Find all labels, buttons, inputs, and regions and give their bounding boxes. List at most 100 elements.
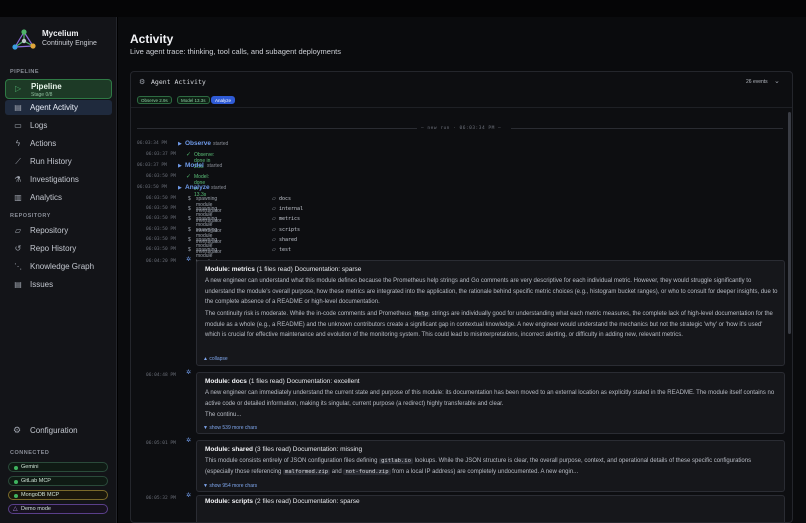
timestamp: 06:03:50 PM — [146, 174, 176, 179]
collapse-button[interactable]: ▲ collapse — [203, 356, 228, 362]
pipeline-stage: Stage 0/8 — [31, 92, 53, 98]
phase-status: started — [213, 141, 229, 147]
module-name: metrics — [279, 216, 301, 222]
tag-analyze[interactable]: Analyze — [211, 96, 236, 104]
timestamp: 06:03:37 PM — [137, 163, 167, 168]
connected-section-label: CONNECTED — [10, 450, 50, 456]
timestamp: 06:03:34 PM — [137, 141, 167, 146]
folder-icon: ▱ — [272, 206, 276, 212]
timestamp: 06:04:48 PM — [146, 373, 176, 378]
timestamp: 06:05:32 PM — [146, 496, 176, 501]
status-dot-icon — [14, 480, 18, 484]
page-title: Activity — [130, 32, 174, 46]
connection-label: GitLab MCP — [21, 478, 51, 484]
sidebar-item-label: Repo History — [30, 244, 77, 253]
configuration-button[interactable]: ⚙ Configuration — [5, 423, 112, 438]
folder-icon: ▱ — [272, 247, 276, 253]
module-title: Module: shared — [205, 446, 254, 453]
sidebar-item-label: Knowledge Graph — [30, 262, 95, 271]
module-name: shared — [279, 237, 298, 243]
module-card-shared: Module: shared (3 files read) Documentat… — [196, 440, 785, 492]
show-more-button[interactable]: ▼ show 954 more chars — [203, 483, 257, 489]
sidebar-item-issues[interactable]: ▤ Issues — [5, 277, 112, 292]
logs-icon: ▭ — [14, 121, 22, 130]
module-meta: (3 files read) Documentation: missing — [253, 446, 363, 453]
connection-mongodb-mcp: MongoDB MCP — [8, 490, 108, 500]
tag-observe[interactable]: Observe 2.9s — [137, 96, 172, 104]
subagent-icon: ✲ — [186, 370, 192, 376]
check-circle-icon: ✓ — [186, 152, 192, 158]
gear-icon: ⚙ — [13, 425, 22, 435]
agent-activity-panel: ⚙ Agent Activity 26 events ⌄ Observe 2.9… — [130, 71, 793, 523]
pipeline-button[interactable]: ▷ Pipeline Stage 0/8 — [5, 79, 112, 99]
tag-model[interactable]: Model 13.3s — [177, 96, 210, 104]
card-heading: Module: docs (1 files read) Documentatio… — [205, 378, 360, 385]
page-subtitle: Live agent trace: thinking, tool calls, … — [130, 47, 341, 56]
phase-status: started — [211, 185, 227, 191]
timestamp: 06:03:50 PM — [146, 196, 176, 201]
module-name: docs — [279, 196, 292, 202]
card-paragraph: The continuity risk is moderate. While t… — [205, 309, 778, 341]
chevron-down-icon[interactable]: ⌄ — [774, 77, 780, 85]
connection-label: Gemini — [21, 464, 39, 470]
play-icon: ▷ — [15, 84, 22, 93]
sidebar-item-repo-history[interactable]: ↺ Repo History — [5, 241, 112, 256]
sidebar-item-knowledge-graph[interactable]: ⋱ Knowledge Graph — [5, 259, 112, 274]
folder-icon: ▱ — [14, 226, 22, 235]
subagent-icon: ✲ — [186, 257, 192, 263]
module-title: Module: metrics — [205, 266, 255, 273]
flask-icon: ⚗ — [14, 175, 22, 184]
history-icon: ↺ — [14, 244, 22, 253]
terminal-icon: $ — [188, 247, 191, 253]
connection-gitlab-mcp: GitLab MCP — [8, 476, 108, 486]
activity-icon: ▤ — [14, 103, 22, 112]
folder-icon: ▱ — [272, 237, 276, 243]
sidebar-item-investigations[interactable]: ⚗ Investigations — [5, 172, 112, 187]
module-name: test — [279, 247, 292, 253]
sidebar-item-agent-activity[interactable]: ▤ Agent Activity — [5, 100, 112, 115]
connection-label: MongoDB MCP — [21, 492, 60, 498]
terminal-icon: $ — [188, 196, 191, 202]
module-card-metrics: Module: metrics (1 files read) Documenta… — [196, 260, 785, 366]
timestamp: 06:03:50 PM — [146, 216, 176, 221]
sidebar-item-analytics[interactable]: ▥ Analytics — [5, 190, 112, 205]
timestamp: 06:03:50 PM — [146, 237, 176, 242]
sidebar-item-repository[interactable]: ▱ Repository — [5, 223, 112, 238]
scrollbar[interactable] — [788, 112, 791, 334]
inline-code: malformed.zip — [283, 468, 331, 475]
module-name: internal — [279, 206, 304, 212]
sidebar-item-label: Analytics — [30, 193, 63, 202]
status-dot-icon — [14, 494, 18, 498]
card-paragraph: The continu... — [205, 412, 242, 418]
timestamp: 06:03:50 PM — [146, 206, 176, 211]
demo-mode-badge[interactable]: △ Demo mode — [8, 504, 108, 514]
show-more-button[interactable]: ▼ show 539 more chars — [203, 425, 257, 431]
card-paragraph: A new engineer can immediately understan… — [205, 390, 775, 407]
bar-chart-icon: ▥ — [14, 193, 22, 202]
sidebar-item-run-history[interactable]: ⟋ Run History — [5, 154, 112, 169]
phase-status: started — [207, 163, 223, 169]
connection-gemini: Gemini — [8, 462, 108, 472]
brand-name: Mycelium — [42, 29, 79, 38]
card-heading: Module: scripts (2 files read) Documenta… — [205, 498, 360, 505]
folder-icon: ▱ — [272, 216, 276, 222]
caret-right-icon: ▶ — [178, 185, 182, 191]
panel-header[interactable]: ⚙ Agent Activity 26 events ⌄ Observe 2.9… — [131, 72, 792, 108]
text: from a local IP address) are completely … — [390, 468, 579, 475]
mycelium-logo-icon — [12, 29, 36, 50]
sidebar-item-actions[interactable]: ϟ Actions — [5, 136, 112, 151]
subagent-icon: ✲ — [186, 438, 192, 444]
divider — [511, 128, 783, 129]
card-heading: Module: shared (3 files read) Documentat… — [205, 446, 362, 453]
card-paragraph: This module consists entirely of JSON co… — [205, 456, 778, 477]
check-circle-icon: ✓ — [186, 174, 192, 180]
document-icon: ▤ — [14, 280, 22, 289]
folder-icon: ▱ — [272, 196, 276, 202]
sidebar-item-logs[interactable]: ▭ Logs — [5, 118, 112, 133]
phase-name: Observe — [185, 140, 212, 147]
phase-name: Model — [185, 162, 204, 169]
repository-section-label: REPOSITORY — [10, 213, 51, 219]
phase-name: Analyze — [185, 184, 210, 191]
event-count: 26 events — [746, 79, 768, 85]
brand[interactable]: Mycelium Continuity Engine — [10, 27, 115, 53]
